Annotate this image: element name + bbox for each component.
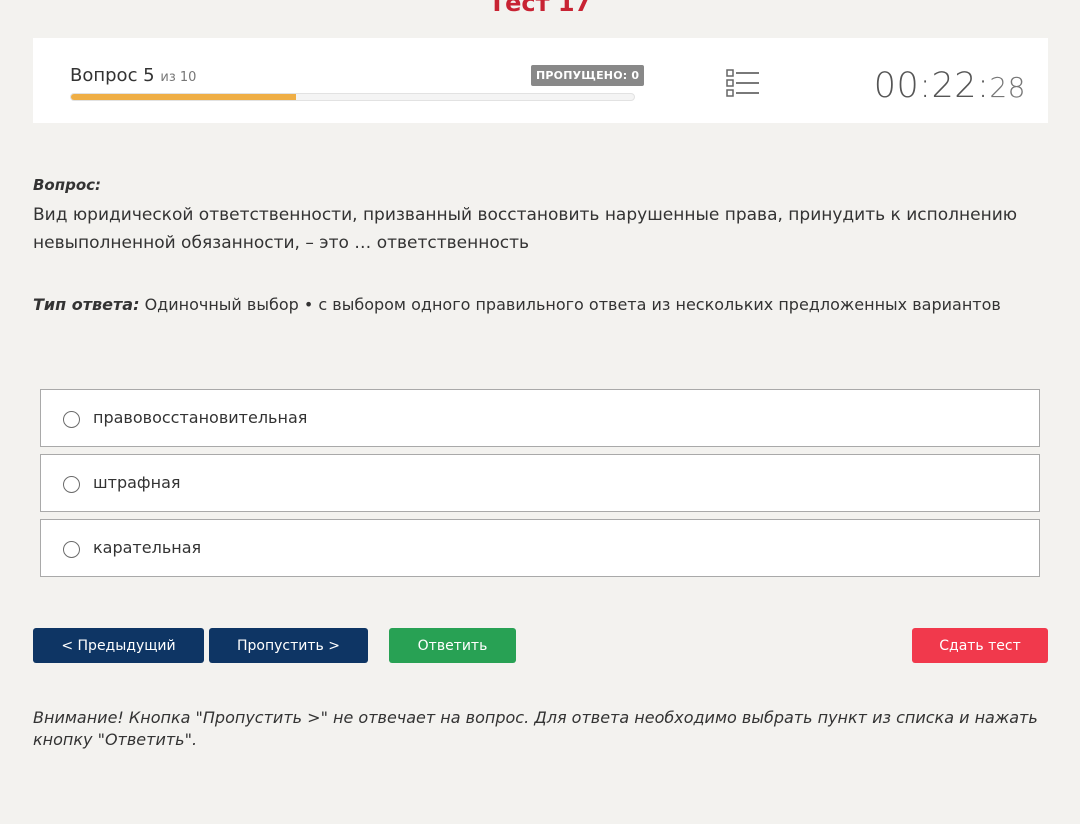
timer-main: 00:22:: [873, 66, 990, 106]
list-icon: [726, 69, 759, 97]
answer-option-1[interactable]: правовосстановительная: [40, 389, 1040, 447]
answer-type-label: Тип ответа:: [33, 295, 140, 314]
skipped-badge: ПРОПУЩЕНО: 0: [531, 65, 645, 86]
radio-button[interactable]: [63, 411, 80, 428]
answer-option-label: штрафная: [93, 473, 181, 492]
question-total: из 10: [160, 70, 197, 85]
radio-button[interactable]: [63, 476, 80, 493]
submit-test-button[interactable]: Сдать тест: [912, 628, 1048, 663]
answer-option-label: правовосстановительная: [93, 408, 308, 427]
answer-option-2[interactable]: штрафная: [40, 454, 1040, 512]
question-text: Вид юридической ответственности, призван…: [33, 205, 1018, 253]
timer: 00:22:28: [874, 66, 1026, 106]
answer-option-3[interactable]: карательная: [40, 519, 1040, 577]
answer-option-label: карательная: [93, 538, 202, 557]
timer-seconds: 28: [989, 71, 1026, 104]
answer-type: Тип ответа: Одиночный выбор • с выбором …: [33, 295, 1043, 314]
question-list-button[interactable]: [725, 68, 761, 100]
progress-bar: [70, 93, 635, 101]
skip-button[interactable]: Пропустить >: [209, 628, 368, 663]
test-header: Вопрос 5 из 10 ПРОПУЩЕНО: 0 00:22:28: [33, 38, 1048, 123]
answer-button[interactable]: Ответить: [389, 628, 516, 663]
previous-button[interactable]: < Предыдущий: [33, 628, 204, 663]
test-title: Тест 17: [488, 0, 592, 17]
answer-type-value: Одиночный выбор • с выбором одного прави…: [144, 295, 1001, 314]
warning-note: Внимание! Кнопка "Пропустить >" не отвеч…: [33, 708, 1038, 749]
question-counter: Вопрос 5 из 10: [70, 65, 196, 86]
question-number: Вопрос 5: [70, 65, 155, 86]
progress-fill: [71, 94, 297, 100]
question-label: Вопрос:: [33, 176, 102, 194]
radio-button[interactable]: [63, 541, 80, 558]
